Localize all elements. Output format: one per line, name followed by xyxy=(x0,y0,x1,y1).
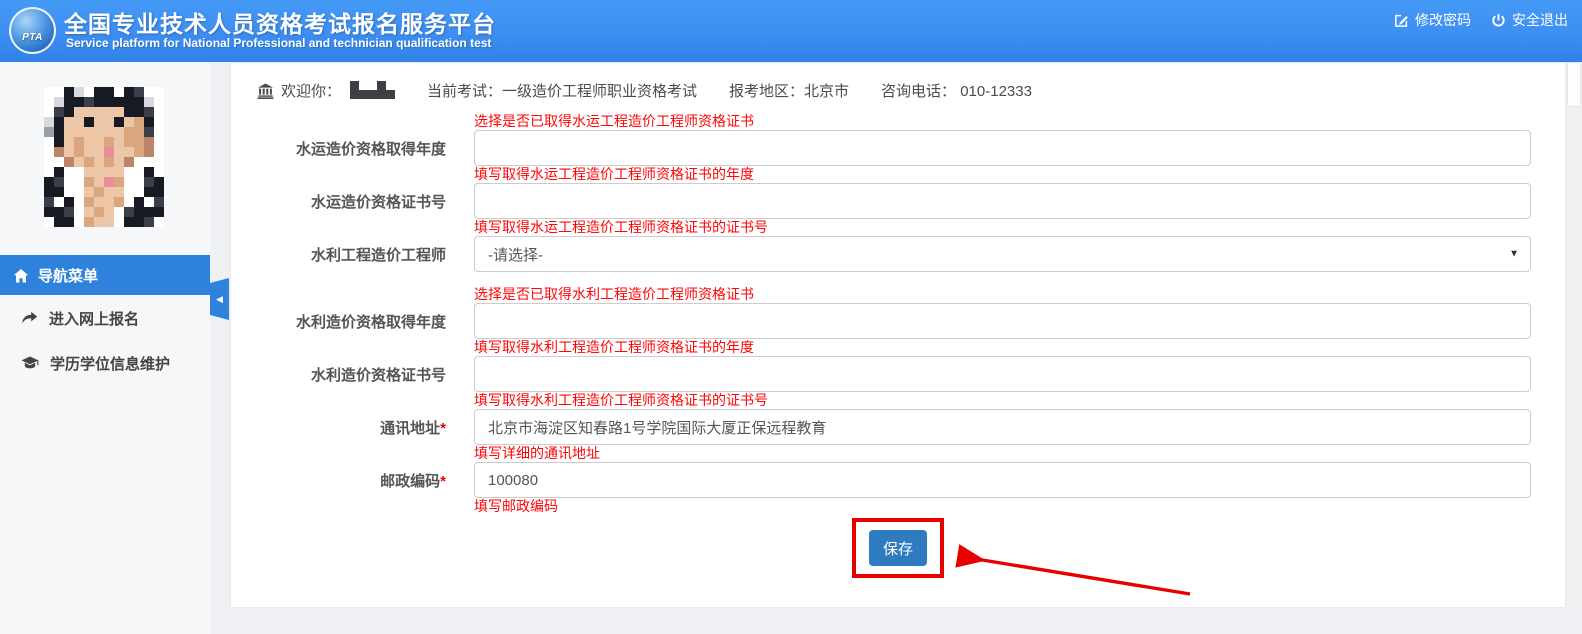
field-hint: 填写邮政编码 xyxy=(474,499,1565,514)
power-icon xyxy=(1491,13,1506,28)
censored-user-name xyxy=(350,81,395,99)
water-conservancy-cost-engineer-select[interactable]: -请选择- ▼ xyxy=(474,236,1531,272)
form-row: 水利工程造价工程师 -请选择- ▼ xyxy=(231,236,1565,272)
mailing-address-input[interactable] xyxy=(474,409,1531,445)
form-row: 水利造价资格取得年度 xyxy=(231,303,1565,339)
water-transport-cost-qualification-year-input[interactable] xyxy=(474,130,1531,166)
home-icon xyxy=(13,266,29,283)
main-panel: 欢迎你： 当前考试：一级造价工程师职业资格考试 报考地区：北京市 咨询电话： 0… xyxy=(230,62,1566,608)
annotation-arrow xyxy=(948,544,1196,604)
save-button[interactable]: 保存 xyxy=(869,530,927,566)
form-row: 水运造价资格取得年度 xyxy=(231,130,1565,166)
exam-region-text: 报考地区：北京市 xyxy=(729,80,849,101)
graduation-cap-icon xyxy=(21,355,39,372)
dropdown-arrow-icon: ▼ xyxy=(1509,249,1519,260)
chevron-left-icon: ◀ xyxy=(216,294,223,305)
form-row: 水运造价资格证书号 xyxy=(231,183,1565,219)
edit-icon xyxy=(1394,13,1409,28)
field-label: 水运造价资格证书号 xyxy=(311,194,446,211)
form-row: 通讯地址* xyxy=(231,409,1565,445)
field-label: 水运造价资格取得年度 xyxy=(296,141,446,158)
field-hint: 填写取得水运工程造价工程师资格证书的证书号 xyxy=(474,220,1565,235)
field-hint: 填写取得水利工程造价工程师资格证书的年度 xyxy=(474,340,1565,355)
scrollbar-thumb[interactable] xyxy=(1567,62,1581,107)
bank-icon xyxy=(257,81,274,98)
field-label: 水利工程造价工程师 xyxy=(311,247,446,264)
field-label: 水利造价资格取得年度 xyxy=(296,314,446,331)
current-exam-text: 当前考试：一级造价工程师职业资格考试 xyxy=(427,80,697,101)
field-label: 水利造价资格证书号 xyxy=(311,367,446,384)
field-hint: 选择是否已取得水利工程造价工程师资格证书 xyxy=(474,287,1565,302)
vertical-scrollbar[interactable] xyxy=(1566,62,1582,608)
sidebar: 导航菜单 进入网上报名 学历学位信息维护 xyxy=(0,62,210,634)
field-hint: 填写取得水利工程造价工程师资格证书的证书号 xyxy=(474,393,1565,408)
change-password-link[interactable]: 修改密码 xyxy=(1394,10,1471,30)
field-hint: 填写取得水运工程造价工程师资格证书的年度 xyxy=(474,167,1565,182)
consult-phone-text: 咨询电话： 010-12333 xyxy=(881,80,1032,101)
water-conservancy-cost-qualification-year-input[interactable] xyxy=(474,303,1531,339)
sidebar-item-nav-menu[interactable]: 导航菜单 xyxy=(0,255,210,295)
field-label: 通讯地址 xyxy=(380,420,440,437)
logout-link[interactable]: 安全退出 xyxy=(1491,10,1568,30)
greeting-label: 欢迎你： xyxy=(281,80,341,101)
field-hint: 填写详细的通讯地址 xyxy=(474,446,1565,461)
water-conservancy-cost-certificate-number-input[interactable] xyxy=(474,356,1531,392)
field-hint: 选择是否已取得水运工程造价工程师资格证书 xyxy=(474,114,1565,129)
avatar xyxy=(44,87,164,227)
form-row: 水利造价资格证书号 xyxy=(231,356,1565,392)
form-row: 邮政编码* xyxy=(231,462,1565,498)
share-arrow-icon xyxy=(21,310,38,327)
save-area: 保存 xyxy=(231,518,1565,588)
app-header: PTA 全国专业技术人员资格考试报名服务平台 Service platform … xyxy=(0,0,1582,62)
welcome-bar: 欢迎你： 当前考试：一级造价工程师职业资格考试 报考地区：北京市 咨询电话： 0… xyxy=(231,63,1565,102)
sidebar-item-education-degree-maintenance[interactable]: 学历学位信息维护 xyxy=(0,349,210,377)
water-transport-cost-certificate-number-input[interactable] xyxy=(474,183,1531,219)
annotation-box: 保存 xyxy=(852,518,944,578)
sidebar-collapse-handle[interactable]: ◀ xyxy=(210,278,229,320)
app-subtitle: Service platform for National Profession… xyxy=(66,36,491,50)
app-title: 全国专业技术人员资格考试报名服务平台 xyxy=(64,5,496,39)
sidebar-item-enter-online-registration[interactable]: 进入网上报名 xyxy=(0,304,210,332)
field-label: 邮政编码 xyxy=(380,473,440,490)
select-value: -请选择- xyxy=(488,244,543,265)
postal-code-input[interactable] xyxy=(474,462,1531,498)
pta-logo: PTA xyxy=(9,7,56,54)
